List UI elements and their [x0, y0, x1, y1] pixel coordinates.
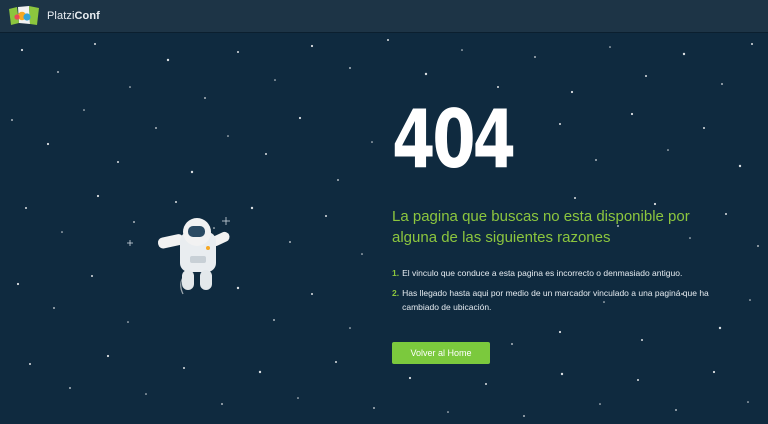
list-item: 1. El vinculo que conduce a esta pagina … — [392, 266, 722, 280]
reason-text: Has llegado hasta aqui por medio de un m… — [402, 288, 709, 312]
error-message: La pagina que buscas no esta disponible … — [392, 208, 690, 246]
brand-name-bold: Conf — [74, 10, 100, 22]
astronaut-illustration — [157, 218, 230, 295]
platziconf-logo[interactable]: PlatziConf — [8, 5, 100, 27]
reason-number: 1. — [392, 268, 400, 278]
back-home-button[interactable]: Volver al Home — [392, 342, 490, 364]
reason-text: El vinculo que conduce a esta pagina es … — [402, 268, 683, 278]
platziconf-logo-icon — [9, 6, 39, 25]
top-navigation-bar: PlatziConf — [0, 0, 768, 32]
error-code: 404 — [392, 93, 516, 186]
error-content: 404 La pagina que buscas no esta disponi… — [392, 100, 732, 364]
reasons-list: 1. El vinculo que conduce a esta pagina … — [392, 266, 732, 314]
brand-name: PlatziConf — [47, 10, 100, 22]
reason-number: 2. — [392, 288, 400, 298]
list-item: 2. Has llegado hasta aqui por medio de u… — [392, 286, 722, 314]
brand-name-light: Platzi — [47, 10, 75, 22]
